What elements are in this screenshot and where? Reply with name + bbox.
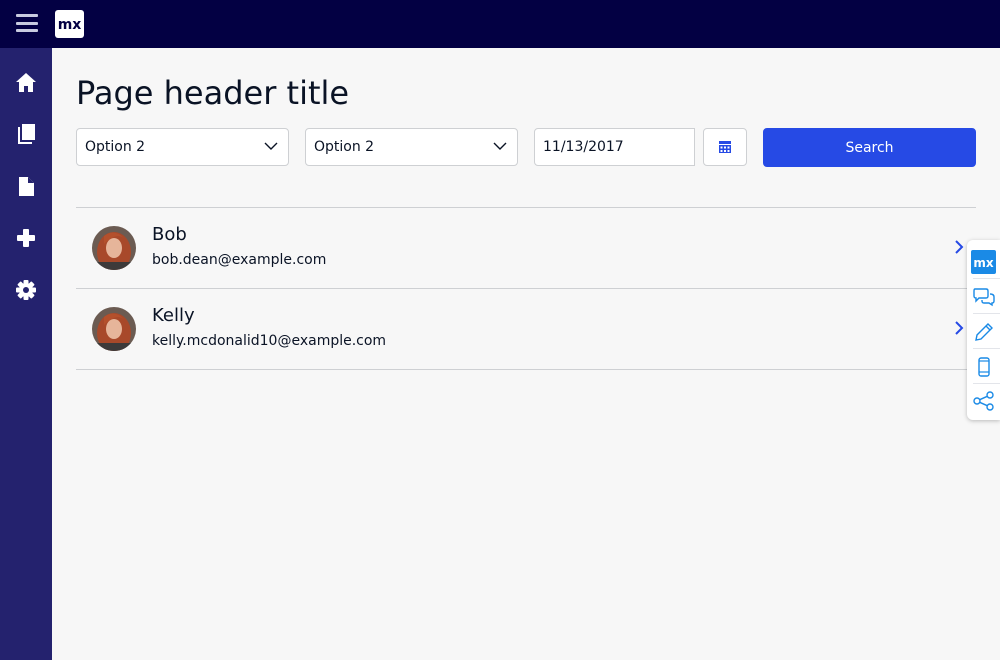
option-select-2[interactable]: Option 2: [305, 128, 518, 166]
sidebar-item-pages[interactable]: [0, 114, 52, 154]
chat-bubbles-icon: [972, 287, 995, 306]
contact-name: Bob: [152, 224, 187, 245]
sidebar: [0, 48, 52, 660]
plus-icon: [17, 229, 35, 247]
pencil-icon: [974, 322, 993, 341]
feedback-button[interactable]: [967, 279, 1000, 314]
list-item[interactable]: Bob bob.dean@example.com: [76, 208, 976, 289]
mobile-phone-icon: [977, 356, 990, 377]
edit-button[interactable]: [967, 314, 1000, 349]
calendar-icon: [719, 141, 731, 153]
contact-list: Bob bob.dean@example.com Kelly kelly.mcd…: [76, 207, 976, 370]
app-logo[interactable]: mx: [55, 10, 84, 38]
search-button[interactable]: Search: [763, 128, 976, 167]
chevron-right-icon: [955, 321, 964, 335]
main-content: Page header title Option 2 Option 2 Sear…: [52, 48, 1000, 660]
mx-logo-icon: mx: [971, 249, 996, 274]
calendar-button[interactable]: [703, 128, 747, 166]
share-button[interactable]: [967, 383, 1000, 418]
mx-logo-icon: mx: [58, 17, 82, 33]
contact-email: bob.dean@example.com: [152, 252, 327, 268]
avatar: [92, 307, 136, 351]
date-input[interactable]: [534, 128, 695, 166]
dev-tools-panel: mx: [967, 240, 1000, 420]
sidebar-item-home[interactable]: [0, 62, 52, 102]
gear-icon: [16, 280, 36, 300]
logo-text: mx: [58, 17, 82, 33]
sidebar-item-documents[interactable]: [0, 166, 52, 206]
select-value: Option 2: [85, 139, 146, 155]
select-value: Option 2: [314, 139, 375, 155]
sidebar-item-settings[interactable]: [0, 270, 52, 310]
book-icon: [18, 124, 35, 144]
contact-email: kelly.mcdonalid10@example.com: [152, 333, 387, 349]
top-bar: mx: [0, 0, 1000, 48]
tools-logo-text: mx: [973, 256, 994, 270]
file-icon: [19, 176, 34, 196]
chevron-down-icon: [264, 142, 278, 150]
option-select-1[interactable]: Option 2: [76, 128, 289, 166]
list-item[interactable]: Kelly kelly.mcdonalid10@example.com: [76, 289, 976, 370]
home-icon: [16, 72, 36, 92]
avatar: [92, 226, 136, 270]
mx-logo-button[interactable]: mx: [967, 244, 1000, 279]
page-title: Page header title: [76, 74, 350, 112]
contact-name: Kelly: [152, 305, 195, 326]
device-preview-button[interactable]: [967, 349, 1000, 384]
chevron-down-icon: [493, 142, 507, 150]
sidebar-item-add[interactable]: [0, 218, 52, 258]
hamburger-menu-icon[interactable]: [16, 14, 38, 32]
chevron-right-icon: [955, 240, 964, 254]
share-icon: [972, 390, 994, 411]
